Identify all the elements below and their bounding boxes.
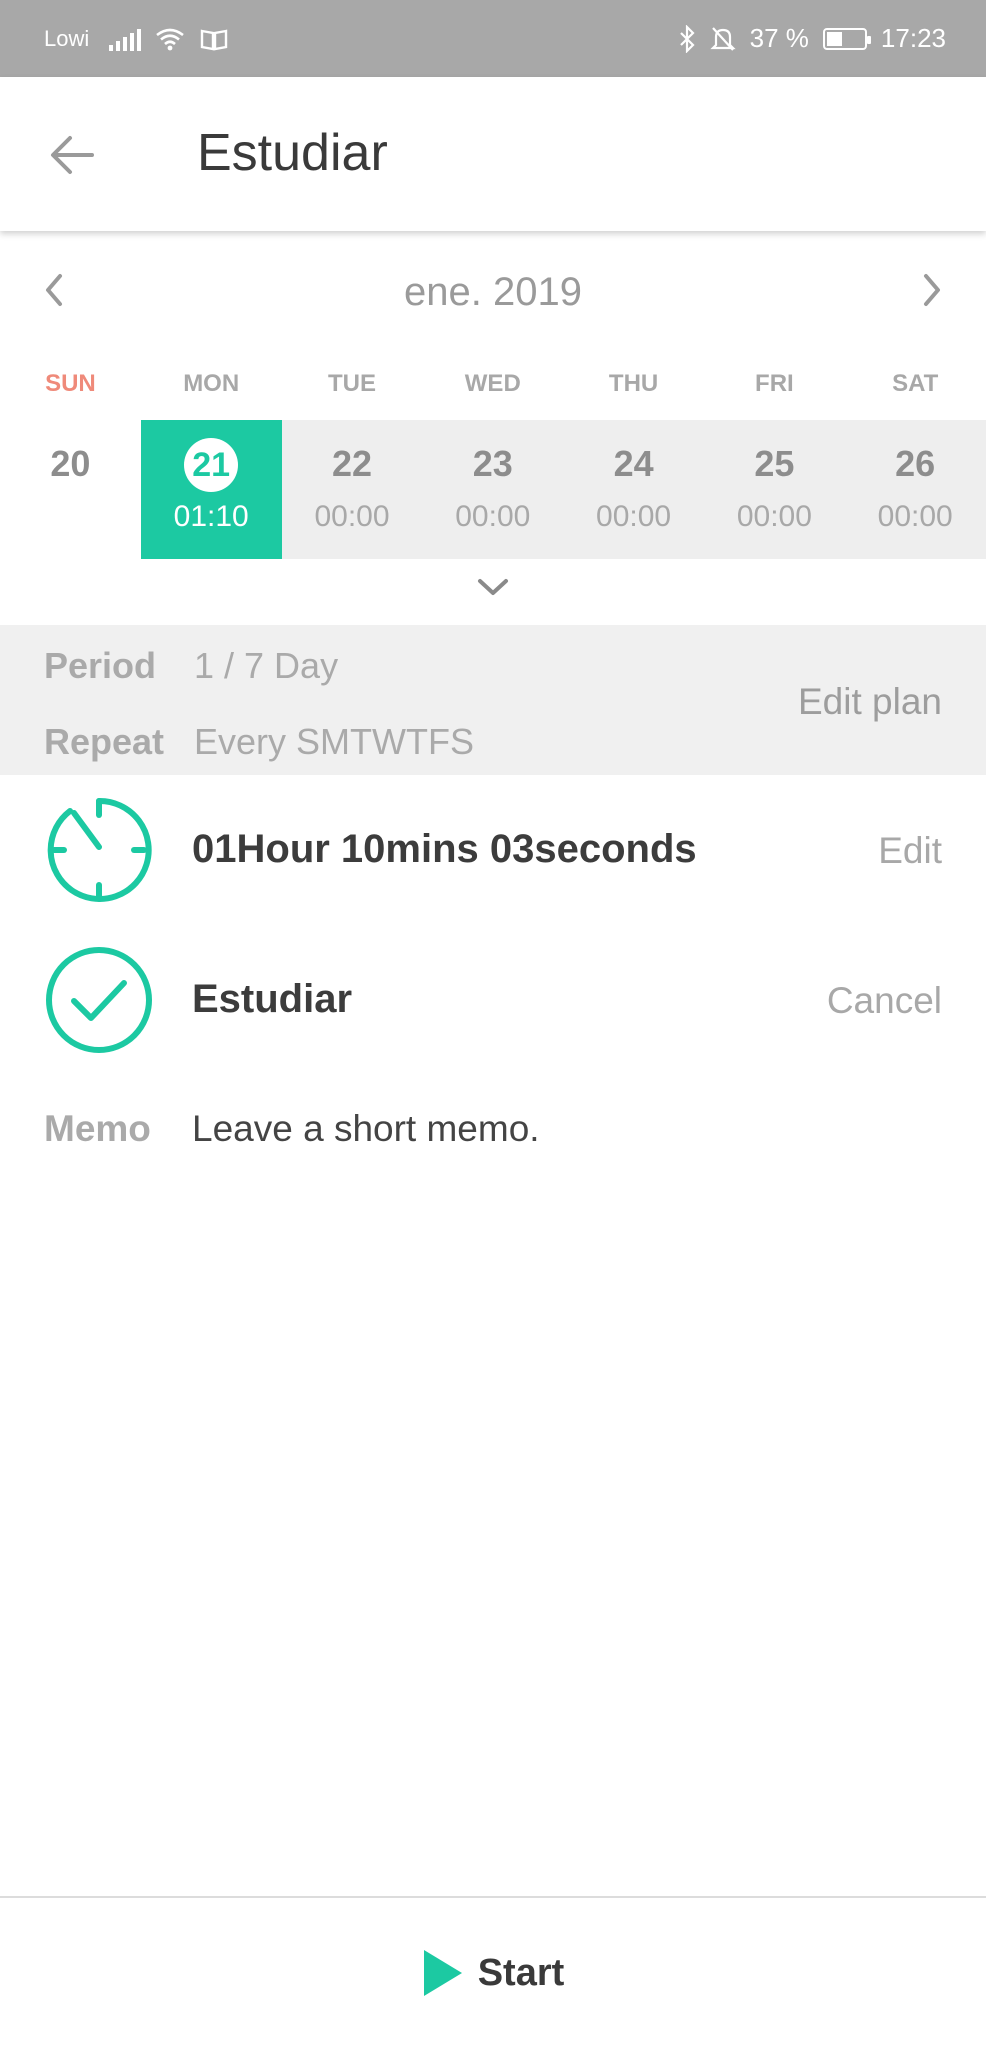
date-cell-selected[interactable]: 21 01:10 (140, 420, 282, 559)
date-number: 23 (472, 443, 513, 484)
month-label: ene. 2019 (404, 270, 582, 314)
date-cell[interactable]: 26 00:00 (844, 420, 986, 559)
start-label: Start (477, 1951, 565, 1994)
date-cell[interactable]: 20 (0, 420, 141, 559)
date-number: 21 (184, 438, 239, 492)
memo-row: Memo Leave a short memo. (44, 1108, 540, 1150)
chevron-down-icon (478, 579, 508, 595)
weekday-label: TUE (327, 370, 376, 397)
play-icon (423, 1950, 462, 1996)
date-cell[interactable]: 23 00:00 (422, 420, 564, 559)
date-time: 00:00 (314, 500, 390, 533)
status-bar-right: 37 % 17:23 (678, 23, 946, 54)
timer-row: 01Hour 10mins 03seconds Edit (0, 795, 986, 905)
date-cell[interactable]: 25 00:00 (703, 420, 845, 559)
date-time: 00:00 (736, 500, 812, 533)
battery-percent: 37 % (749, 23, 809, 53)
wifi-icon (156, 28, 185, 50)
check-circle-icon[interactable] (44, 945, 154, 1055)
start-button[interactable]: Start (0, 1898, 986, 2048)
date-number: 24 (613, 443, 654, 484)
plan-summary: Period 1 / 7 Day Repeat Every SMTWTFS Ed… (0, 625, 986, 775)
expand-calendar-button[interactable] (474, 573, 512, 601)
period-label: Period (44, 645, 157, 686)
memo-input[interactable]: Leave a short memo. (192, 1108, 540, 1150)
task-row: Estudiar Cancel (0, 945, 986, 1055)
app-bar: Estudiar (0, 77, 986, 231)
page-title: Estudiar (197, 124, 388, 182)
date-time: 01:10 (173, 500, 249, 533)
date-time: 00:00 (596, 500, 672, 533)
date-number: 26 (895, 443, 936, 484)
week-dates: 20 21 01:10 22 00:00 23 00:00 24 00:00 2… (0, 420, 986, 559)
chevron-right-icon (924, 274, 940, 306)
date-number: 20 (50, 443, 91, 484)
month-navigator: ene. 2019 (0, 252, 986, 332)
timer-icon (47, 797, 152, 902)
weekday-label: FRI (755, 370, 794, 397)
date-number: 22 (331, 443, 373, 484)
status-bar-left: Lowi (44, 26, 229, 52)
weekday-header: SUN MON TUE WED THU FRI SAT (0, 370, 986, 398)
clock: 17:23 (880, 23, 946, 53)
weekday-label: SUN (45, 370, 96, 397)
memo-label: Memo (44, 1108, 151, 1149)
next-month-button[interactable] (912, 266, 952, 314)
status-bar: Lowi 37 % 17:23 (0, 0, 986, 77)
repeat-row: Repeat Every SMTWTFS (44, 721, 474, 763)
weekday-label: THU (608, 370, 659, 397)
edit-plan-button[interactable]: Edit plan (798, 681, 942, 723)
date-time: 00:00 (877, 500, 953, 533)
weekday-label: SAT (892, 370, 939, 397)
date-time: 00:00 (455, 500, 531, 533)
arrow-left-icon (51, 136, 94, 174)
battery-level-fill (826, 31, 842, 46)
period-row: Period 1 / 7 Day (44, 645, 338, 687)
bluetooth-icon (679, 24, 695, 53)
battery-icon (822, 27, 871, 50)
repeat-value: Every SMTWTFS (194, 721, 474, 762)
bell-off-icon (710, 26, 736, 51)
back-button[interactable] (44, 127, 100, 183)
period-value: 1 / 7 Day (194, 645, 339, 686)
signal-icon (109, 27, 142, 51)
date-cell[interactable]: 24 00:00 (563, 420, 704, 559)
timer-duration: 01Hour 10mins 03seconds (192, 827, 697, 871)
weekday-label: MON (183, 370, 240, 397)
repeat-label: Repeat (44, 721, 165, 762)
cancel-button[interactable]: Cancel (827, 980, 942, 1022)
task-name: Estudiar (192, 977, 353, 1021)
date-number: 25 (754, 443, 795, 484)
date-cell[interactable]: 22 00:00 (281, 420, 423, 559)
edit-timer-button[interactable]: Edit (878, 830, 942, 872)
book-icon (201, 29, 228, 50)
weekday-label: WED (464, 370, 521, 397)
carrier-label: Lowi (44, 25, 90, 51)
